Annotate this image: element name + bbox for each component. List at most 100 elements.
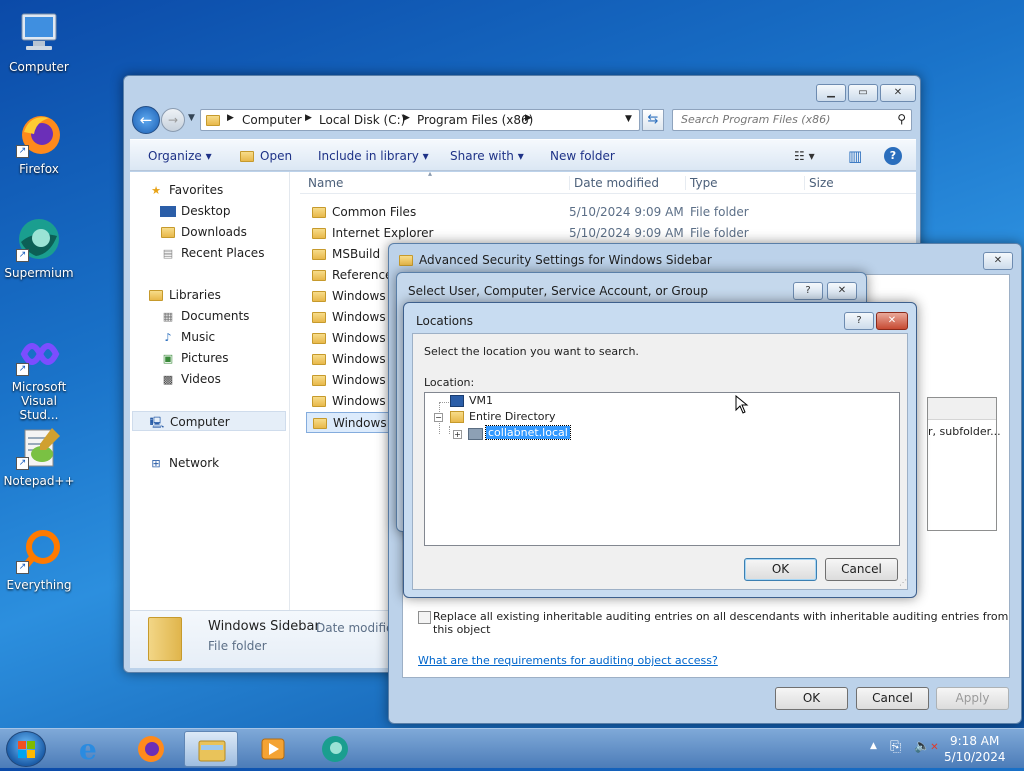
media-player-icon bbox=[261, 738, 285, 760]
view-options-icon[interactable]: ☷ ▾ bbox=[794, 140, 815, 172]
shortcut-arrow-icon: ↗ bbox=[16, 363, 29, 376]
nav-libraries[interactable]: Libraries bbox=[148, 285, 221, 305]
replace-checkbox-label[interactable]: Replace all existing inheritable auditin… bbox=[433, 610, 1009, 636]
advanced-ok-button[interactable]: OK bbox=[775, 687, 848, 710]
firefox-icon: ↗ bbox=[16, 112, 62, 158]
help-icon[interactable]: ? bbox=[884, 147, 902, 165]
nav-music[interactable]: ♪ Music bbox=[160, 327, 215, 347]
details-type: File folder bbox=[208, 639, 267, 653]
advanced-close-button[interactable]: ✕ bbox=[983, 252, 1013, 270]
desktop-icon-everything[interactable]: ↗ Everything bbox=[1, 528, 77, 592]
new-folder-button[interactable]: New folder bbox=[550, 140, 615, 172]
preview-pane-icon[interactable]: ▥ bbox=[848, 140, 862, 172]
breadcrumb-computer[interactable]: Computer bbox=[242, 113, 302, 127]
folder-icon bbox=[312, 333, 326, 344]
show-hidden-icons-button[interactable]: ▲ bbox=[870, 741, 877, 751]
select-user-close-button[interactable]: ✕ bbox=[827, 282, 857, 300]
breadcrumb-separator-icon: ▶ bbox=[305, 113, 312, 123]
locations-close-button[interactable]: ✕ bbox=[876, 312, 908, 330]
forward-arrow-icon: → bbox=[167, 113, 179, 127]
organize-menu[interactable]: Organize ▾ bbox=[148, 140, 212, 172]
locations-cancel-button[interactable]: Cancel bbox=[825, 558, 898, 581]
clock-date[interactable]: 5/10/2024 bbox=[944, 750, 1006, 764]
minimize-button[interactable]: ▁ bbox=[816, 84, 846, 102]
file-date: 5/10/2024 9:09 AM bbox=[569, 226, 684, 240]
libraries-icon bbox=[148, 289, 164, 303]
nav-favorites[interactable]: ★ Favorites bbox=[148, 180, 223, 200]
tree-item-collabnet-local[interactable]: collabnet.local bbox=[485, 425, 571, 440]
folder-icon bbox=[313, 418, 327, 429]
search-box[interactable]: Search Program Files (x86) ⚲ bbox=[672, 109, 912, 131]
file-row[interactable]: Internet Explorer 5/10/2024 9:09 AM File f… bbox=[306, 223, 916, 244]
advanced-dialog-title: Advanced Security Settings for Windows S… bbox=[419, 253, 712, 267]
replace-checkbox[interactable] bbox=[418, 611, 431, 624]
maximize-button[interactable]: ▭ bbox=[848, 84, 878, 102]
column-name[interactable]: Name bbox=[308, 176, 343, 190]
refresh-button[interactable]: ⇆ bbox=[642, 109, 664, 131]
taskbar-internet-explorer[interactable]: e bbox=[64, 731, 118, 767]
folder-icon bbox=[312, 375, 326, 386]
close-button[interactable]: ✕ bbox=[880, 84, 916, 102]
locations-ok-button[interactable]: OK bbox=[744, 558, 817, 581]
column-size[interactable]: Size bbox=[804, 176, 834, 190]
nav-network[interactable]: ⊞ Network bbox=[148, 453, 219, 473]
advanced-apply-button[interactable]: Apply bbox=[936, 687, 1009, 710]
taskbar-media-player[interactable] bbox=[246, 731, 300, 767]
taskbar-explorer[interactable] bbox=[184, 731, 238, 767]
locations-title: Locations bbox=[416, 314, 474, 328]
advanced-cancel-button[interactable]: Cancel bbox=[856, 687, 929, 710]
auditing-entries-list: r, subfolder... bbox=[927, 397, 1001, 531]
taskbar-supermium[interactable] bbox=[308, 731, 362, 767]
location-label: Location: bbox=[424, 376, 475, 389]
desktop-icon-firefox[interactable]: ↗ Firefox bbox=[1, 112, 77, 176]
share-with-menu[interactable]: Share with ▾ bbox=[450, 140, 524, 172]
auditing-entry-applies[interactable]: r, subfolder... bbox=[928, 425, 1001, 438]
resize-grip-icon[interactable]: ⋰ bbox=[899, 578, 907, 587]
clock-time[interactable]: 9:18 AM bbox=[950, 734, 999, 748]
taskbar-firefox[interactable] bbox=[124, 731, 178, 767]
file-row[interactable]: Common Files 5/10/2024 9:09 AM File folder bbox=[306, 202, 916, 223]
documents-icon: ▦ bbox=[162, 309, 174, 323]
include-in-library-menu[interactable]: Include in library ▾ bbox=[318, 140, 429, 172]
network-tray-icon[interactable]: ⎘ bbox=[890, 739, 901, 755]
folder-icon bbox=[312, 249, 326, 260]
forward-button[interactable]: → bbox=[161, 108, 185, 132]
desktop-icon-notepadpp[interactable]: ↗ Notepad++ bbox=[1, 424, 77, 488]
shortcut-arrow-icon: ↗ bbox=[16, 249, 29, 262]
tree-item-entire-directory[interactable]: Entire Directory bbox=[469, 410, 556, 423]
back-button[interactable]: ← bbox=[132, 106, 160, 134]
volume-muted-icon[interactable]: 🔈✕ bbox=[914, 739, 939, 754]
nav-pictures[interactable]: ▣ Pictures bbox=[160, 348, 229, 368]
desktop-icon-visual-studio[interactable]: ↗ Microsoft Visual Stud... bbox=[1, 330, 77, 422]
nav-documents[interactable]: ▦ Documents bbox=[160, 306, 250, 326]
column-type[interactable]: Type bbox=[685, 176, 718, 190]
nav-downloads[interactable]: Downloads bbox=[160, 222, 247, 242]
visual-studio-icon: ↗ bbox=[16, 330, 62, 376]
address-bar[interactable]: ▶ Computer ▶ Local Disk (C:) ▶ Program F… bbox=[200, 109, 640, 131]
nav-computer[interactable]: 🖳 Computer bbox=[132, 411, 286, 431]
desktop-icon-computer[interactable]: Computer bbox=[1, 10, 77, 74]
start-button[interactable] bbox=[6, 731, 46, 767]
column-date[interactable]: Date modified bbox=[569, 176, 659, 190]
nav-desktop[interactable]: Desktop bbox=[160, 201, 231, 221]
folder-icon bbox=[312, 228, 326, 239]
recent-pages-dropdown[interactable]: ▼ bbox=[188, 113, 198, 125]
tree-item-vm1[interactable]: VM1 bbox=[469, 394, 493, 407]
locations-help-button[interactable]: ? bbox=[844, 312, 874, 330]
address-dropdown-icon[interactable]: ▼ bbox=[625, 114, 632, 124]
desktop-icon-supermium[interactable]: ↗ Supermium bbox=[1, 216, 77, 280]
navigation-pane: ★ Favorites Desktop Downloads ▤ Recent Pla… bbox=[130, 172, 290, 612]
open-button[interactable]: Open bbox=[240, 140, 292, 172]
select-user-help-button[interactable]: ? bbox=[793, 282, 823, 300]
collapse-icon[interactable]: − bbox=[434, 413, 443, 422]
auditing-requirements-link[interactable]: What are the requirements for auditing o… bbox=[418, 654, 718, 667]
location-tree[interactable]: VM1 − Entire Directory + collabnet.local bbox=[424, 392, 900, 546]
breadcrumb-local-disk[interactable]: Local Disk (C:) bbox=[319, 113, 405, 127]
internet-explorer-icon: e bbox=[79, 733, 97, 766]
nav-recent-places[interactable]: ▤ Recent Places bbox=[160, 243, 265, 263]
breadcrumb-program-files[interactable]: Program Files (x86) bbox=[417, 113, 533, 127]
search-input[interactable]: Search Program Files (x86) bbox=[681, 113, 830, 126]
expand-icon[interactable]: + bbox=[453, 430, 462, 439]
nav-videos[interactable]: ▩ Videos bbox=[160, 369, 221, 389]
folder-icon bbox=[312, 354, 326, 365]
